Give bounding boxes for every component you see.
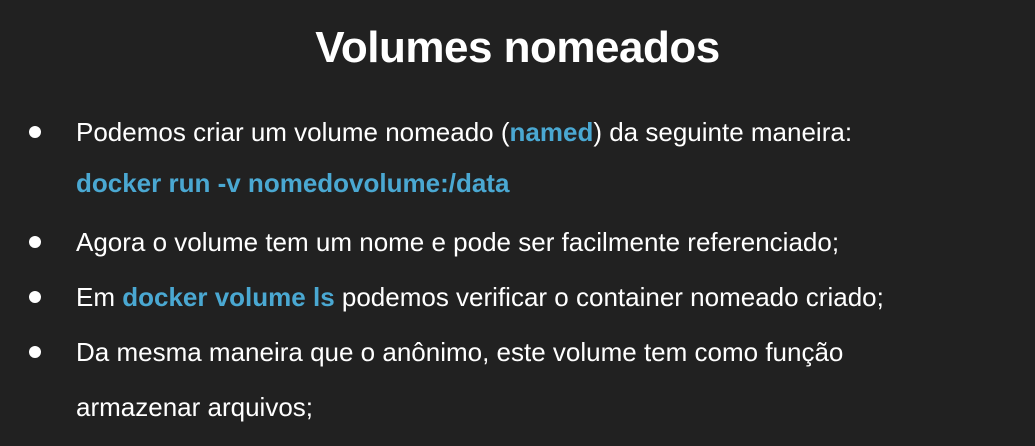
bullet-icon bbox=[29, 126, 41, 138]
bullet-3-pre: Em bbox=[76, 282, 123, 312]
slide: Volumes nomeados Podemos criar um volume… bbox=[0, 0, 1035, 446]
bullet-1-highlight: named bbox=[509, 117, 594, 147]
bullet-4-line1: Da mesma maneira que o anônimo, este vol… bbox=[76, 337, 844, 367]
bullet-3-highlight: docker volume ls bbox=[122, 282, 335, 312]
bullet-3-post: podemos verificar o container nomeado cr… bbox=[334, 282, 884, 312]
bullet-1-text: Podemos criar um volume nomeado (named) … bbox=[76, 115, 852, 149]
bullet-icon bbox=[29, 346, 41, 358]
bullet-3-text: Em docker volume ls podemos verificar o … bbox=[76, 280, 884, 314]
bullet-1-post: ) da seguinte maneira: bbox=[593, 117, 853, 147]
bullet-1-command: docker run -v nomedovolume:/data bbox=[76, 168, 510, 198]
bullet-4-line2: armazenar arquivos; bbox=[76, 392, 313, 422]
bullet-list: Podemos criar um volume nomeado (named) … bbox=[0, 0, 1035, 446]
bullet-1-pre: Podemos criar um volume nomeado ( bbox=[76, 117, 510, 147]
bullet-icon bbox=[29, 291, 41, 303]
bullet-icon bbox=[29, 236, 41, 248]
bullet-2-text: Agora o volume tem um nome e pode ser fa… bbox=[76, 227, 840, 257]
